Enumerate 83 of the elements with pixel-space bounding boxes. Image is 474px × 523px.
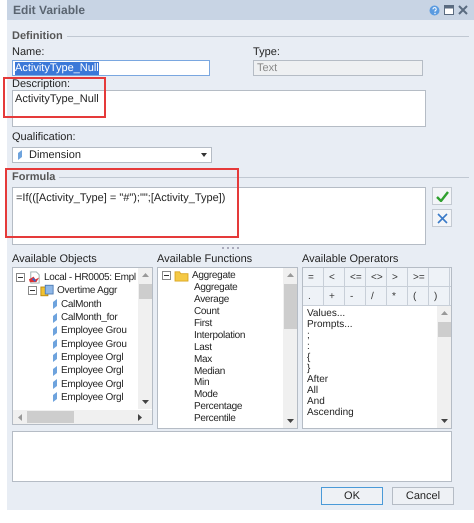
formula-field[interactable]: =If(([Activity_Type] = "#");"";[Activity_Type]) <box>12 187 426 245</box>
tree-item[interactable]: CalMonth <box>61 296 102 312</box>
operator-button[interactable]: / <box>366 287 387 305</box>
section-header: Formula <box>12 171 56 183</box>
operator-button[interactable]: < <box>324 268 345 286</box>
panel-header: Available Objects <box>12 253 98 265</box>
tree-item[interactable]: Employee Grou <box>61 323 127 338</box>
operator-button[interactable]: <> <box>366 268 387 286</box>
operator-item[interactable]: Ascending <box>307 407 354 418</box>
help-icon[interactable] <box>429 4 440 16</box>
collapse-icon[interactable] <box>16 273 25 282</box>
operator-item[interactable]: { <box>307 352 310 363</box>
horizontal-scrollbar[interactable] <box>13 410 152 424</box>
operator-item[interactable]: Prompts... <box>307 319 353 330</box>
type-field: Text <box>253 60 423 76</box>
caret-icon <box>201 153 207 157</box>
tree-item[interactable]: Local - HR0005: Empl <box>44 270 136 286</box>
field-label: Description: <box>12 78 72 90</box>
scrollbar[interactable] <box>283 268 297 428</box>
field-label: Qualification: <box>12 131 77 143</box>
name-field[interactable]: ActivityType_Null <box>12 60 210 76</box>
scroll-up-icon[interactable] <box>286 273 294 277</box>
field-label: Name: <box>12 46 46 58</box>
operator-item[interactable]: After <box>307 374 328 385</box>
operator-item[interactable]: } <box>307 363 310 374</box>
tree-item[interactable]: CalMonth_for <box>61 310 118 326</box>
scroll-thumb[interactable] <box>438 322 450 337</box>
collapse-icon[interactable] <box>28 286 37 296</box>
scroll-up-icon[interactable] <box>142 273 148 277</box>
scrollbar[interactable] <box>138 268 152 409</box>
operator-button[interactable]: <= <box>345 268 366 286</box>
field-label: Type: <box>253 46 281 58</box>
scrollbar[interactable] <box>437 306 451 428</box>
operator-item[interactable]: And <box>307 396 325 407</box>
field-value: ActivityType_Null <box>15 62 99 74</box>
dialog-button[interactable]: OK <box>321 487 383 505</box>
operator-item[interactable]: ; <box>307 330 310 341</box>
folder-icon <box>174 270 189 282</box>
scroll-up-icon[interactable] <box>440 311 448 315</box>
close-icon[interactable] <box>458 5 468 15</box>
qualification-dropdown[interactable]: Dimension <box>12 147 212 163</box>
cube-icon <box>40 284 54 298</box>
scroll-down-icon[interactable] <box>286 419 294 423</box>
scroll-thumb[interactable] <box>138 284 152 299</box>
section-header: Definition <box>12 30 63 42</box>
operator-button[interactable]: > <box>387 268 408 286</box>
dialog-button[interactable]: Cancel <box>392 487 454 505</box>
tree-item[interactable]: Employee Orgl <box>61 363 124 378</box>
maximize-icon[interactable] <box>444 5 454 15</box>
operator-item[interactable]: : <box>307 341 310 352</box>
window-title: Edit Variable <box>13 2 86 19</box>
scroll-down-icon[interactable] <box>440 419 448 423</box>
operator-item[interactable]: Values... <box>307 308 346 319</box>
scroll-thumb[interactable] <box>284 284 296 329</box>
clear-button[interactable] <box>432 209 452 227</box>
panel-header: Available Functions <box>157 253 254 265</box>
validate-button[interactable] <box>432 187 452 205</box>
operator-button[interactable]: ( <box>408 287 429 305</box>
scroll-thumb[interactable] <box>27 411 74 423</box>
checkmark-icon <box>436 190 448 202</box>
tree-item[interactable]: Overtime Aggr <box>57 283 118 298</box>
operator-button[interactable]: >= <box>408 268 429 286</box>
tree-item[interactable]: Employee Orgl <box>61 390 124 405</box>
panel-header: Available Operators <box>302 253 400 265</box>
scroll-right-icon[interactable] <box>138 414 142 420</box>
description-field[interactable]: ActivityType_Null <box>12 90 426 127</box>
operator-button[interactable]: - <box>345 287 366 305</box>
operator-button[interactable]: * <box>387 287 408 305</box>
dimension-icon <box>17 149 23 161</box>
scroll-left-icon[interactable] <box>18 414 22 420</box>
operator-button[interactable]: = <box>303 268 324 286</box>
operator-item[interactable]: All <box>307 385 318 396</box>
operator-button[interactable]: ) <box>429 287 450 305</box>
tree-item[interactable]: Employee Orgl <box>61 376 124 392</box>
operator-button[interactable]: + <box>324 287 345 305</box>
report-icon <box>28 271 41 284</box>
cross-icon <box>436 212 448 224</box>
splitter-handle[interactable] <box>220 247 240 249</box>
tree-item[interactable]: Employee Grou <box>61 336 127 352</box>
operator-button[interactable]: . <box>303 287 324 305</box>
tree-item[interactable]: Employee Orgl <box>61 350 124 365</box>
scroll-down-icon[interactable] <box>142 400 148 404</box>
collapse-icon[interactable] <box>162 271 171 280</box>
